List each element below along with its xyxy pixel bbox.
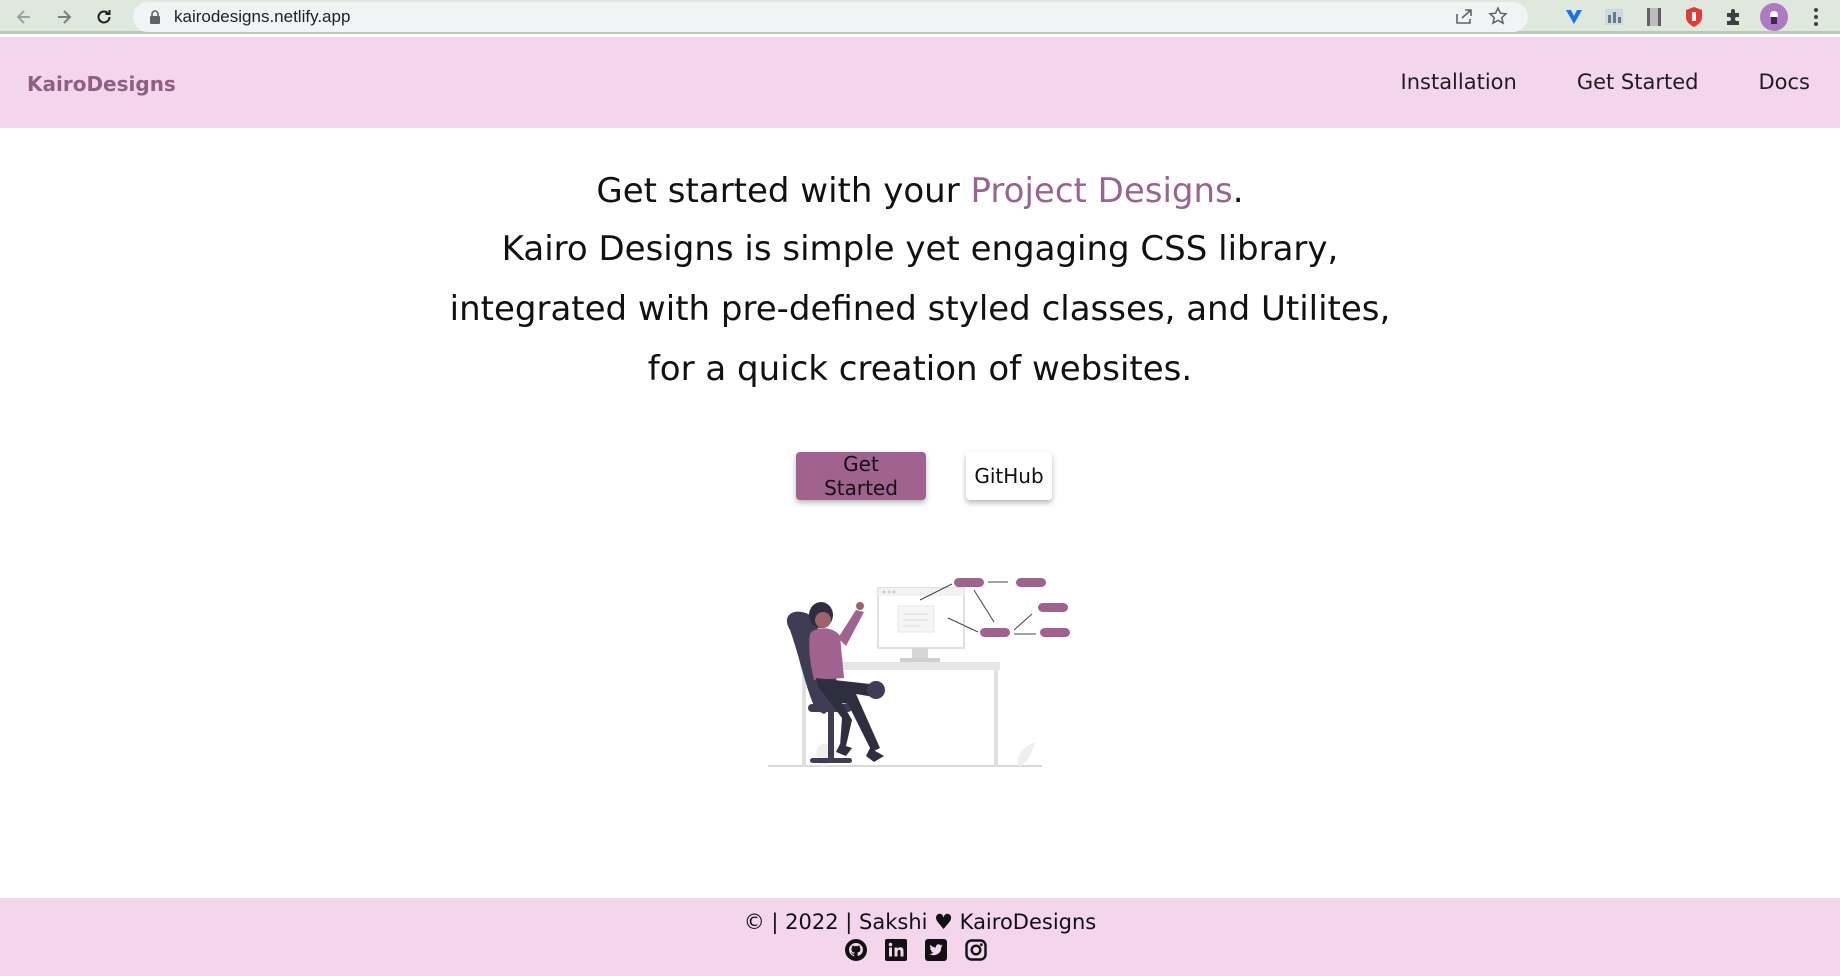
twitter-icon[interactable] (924, 938, 948, 962)
back-icon (16, 10, 30, 24)
hero-description: Kairo Designs is simple yet engaging CSS… (449, 229, 1391, 389)
lock-icon (150, 10, 160, 24)
reload-icon (97, 10, 111, 24)
footer-copyright: © | 2022 | Sakshi ♥ KairoDesigns (743, 910, 1097, 934)
nav-link-installation[interactable]: Installation (1401, 70, 1517, 94)
extension-book-icon[interactable] (1640, 3, 1668, 31)
address-bar[interactable]: kairodesigns.netlify.app (133, 2, 1528, 32)
hero-heading: Get started with your Project Designs. (420, 163, 1420, 219)
instagram-icon[interactable] (964, 938, 988, 962)
extensions-puzzle-icon[interactable] (1720, 3, 1748, 31)
hero-section: Get started with your Project Designs. K… (420, 163, 1420, 399)
github-icon[interactable] (844, 938, 868, 962)
browser-toolbar: kairodesigns.netlify.app (0, 0, 1840, 34)
nav-link-docs[interactable]: Docs (1758, 70, 1810, 94)
browser-menu-button[interactable] (1806, 6, 1826, 28)
extension-chart-icon[interactable] (1600, 3, 1628, 31)
extension-shield-icon[interactable] (1680, 3, 1708, 31)
site-footer: © | 2022 | Sakshi ♥ KairoDesigns (0, 898, 1840, 976)
forward-icon (58, 10, 72, 24)
hero-buttons: Get Started GitHub (0, 452, 1840, 500)
github-button[interactable]: GitHub (966, 452, 1052, 500)
back-button[interactable] (4, 0, 44, 34)
extension-v-icon[interactable] (1560, 3, 1588, 31)
share-icon[interactable] (1454, 6, 1474, 26)
hero-heading-suffix: . (1232, 171, 1244, 211)
get-started-button[interactable]: Get Started (796, 452, 926, 500)
hero-heading-prefix: Get started with your (596, 171, 971, 211)
hero-heading-accent: Project Designs (970, 171, 1233, 211)
nav-links: Installation Get Started Docs (1401, 70, 1840, 94)
extensions-row (1560, 3, 1788, 31)
social-links (844, 938, 988, 962)
brand-logo[interactable]: KairoDesigns (27, 72, 176, 96)
bookmark-star-icon[interactable] (1488, 6, 1508, 26)
linkedin-icon[interactable] (884, 938, 908, 962)
reload-button[interactable] (84, 0, 124, 34)
hero-illustration (768, 578, 1070, 767)
url-text: kairodesigns.netlify.app (174, 7, 351, 26)
forward-button[interactable] (44, 0, 84, 34)
profile-avatar[interactable] (1760, 3, 1788, 31)
menu-icon (1814, 8, 1818, 26)
site-navbar: KairoDesigns Installation Get Started Do… (0, 37, 1840, 128)
nav-link-get-started[interactable]: Get Started (1577, 70, 1699, 94)
